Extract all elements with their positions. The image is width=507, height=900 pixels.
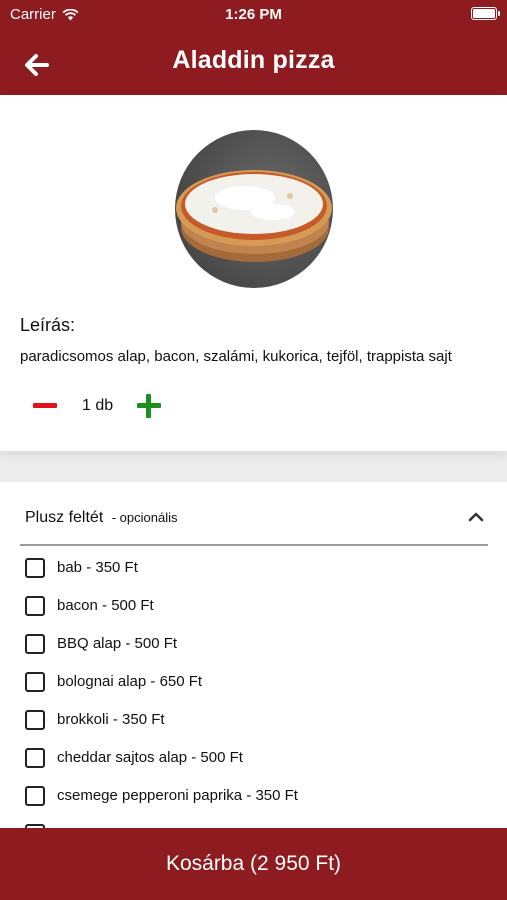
extra-checkbox[interactable] [25, 596, 45, 616]
extra-label: BBQ alap - 500 Ft [57, 635, 178, 652]
extra-label: brokkoli - 350 Ft [57, 711, 165, 728]
page-title: Aladdin pizza [172, 46, 335, 74]
extras-title-text: Plusz feltét [25, 509, 104, 526]
add-to-cart-button[interactable]: Kosárba (2 950 Ft) [0, 828, 507, 900]
extra-checkbox[interactable] [25, 634, 45, 654]
increase-quantity-button[interactable] [134, 391, 164, 421]
extra-label: cheddar sajtos alap - 500 Ft [57, 749, 243, 766]
description-label: Leírás: [20, 315, 76, 335]
extra-checkbox[interactable] [25, 748, 45, 768]
status-bar: Carrier 1:26 PM [0, 0, 507, 28]
extra-checkbox[interactable] [25, 786, 45, 806]
extras-optional-note: - opcionális [111, 510, 178, 525]
quantity-stepper: 1 db [30, 391, 170, 421]
decrease-quantity-button[interactable] [30, 391, 60, 421]
extra-checkbox[interactable] [25, 558, 45, 578]
description-text: paradicsomos alap, bacon, szalámi, kukor… [20, 348, 452, 365]
add-to-cart-label: Kosárba (2 950 Ft) [165, 852, 342, 875]
pizza-illustration [176, 170, 332, 262]
extra-label: csemege pepperoni paprika - 350 Ft [57, 787, 298, 804]
chevron-up-icon [468, 512, 484, 522]
app-header: Carrier 1:26 PM Aladdin pizza [0, 0, 507, 95]
clock: 1:26 PM [225, 6, 282, 23]
extras-header-toggle[interactable]: Plusz feltét - opcionális [20, 482, 488, 546]
extra-label: bacon - 500 Ft [57, 597, 154, 614]
product-image [175, 130, 333, 288]
extras-title: Plusz feltét - opcionális [25, 509, 177, 527]
quantity-value: 1 db [82, 397, 114, 414]
extra-label: bolognai alap - 650 Ft [57, 673, 203, 690]
extra-checkbox[interactable] [25, 710, 45, 730]
battery-icon [471, 7, 500, 20]
extras-section: Plusz feltét - opcionális bab - 350 Ft b… [0, 482, 507, 830]
extra-checkbox[interactable] [25, 672, 45, 692]
product-card: Leírás: paradicsomos alap, bacon, szalám… [0, 95, 507, 451]
extra-label: bab - 350 Ft [57, 559, 138, 576]
